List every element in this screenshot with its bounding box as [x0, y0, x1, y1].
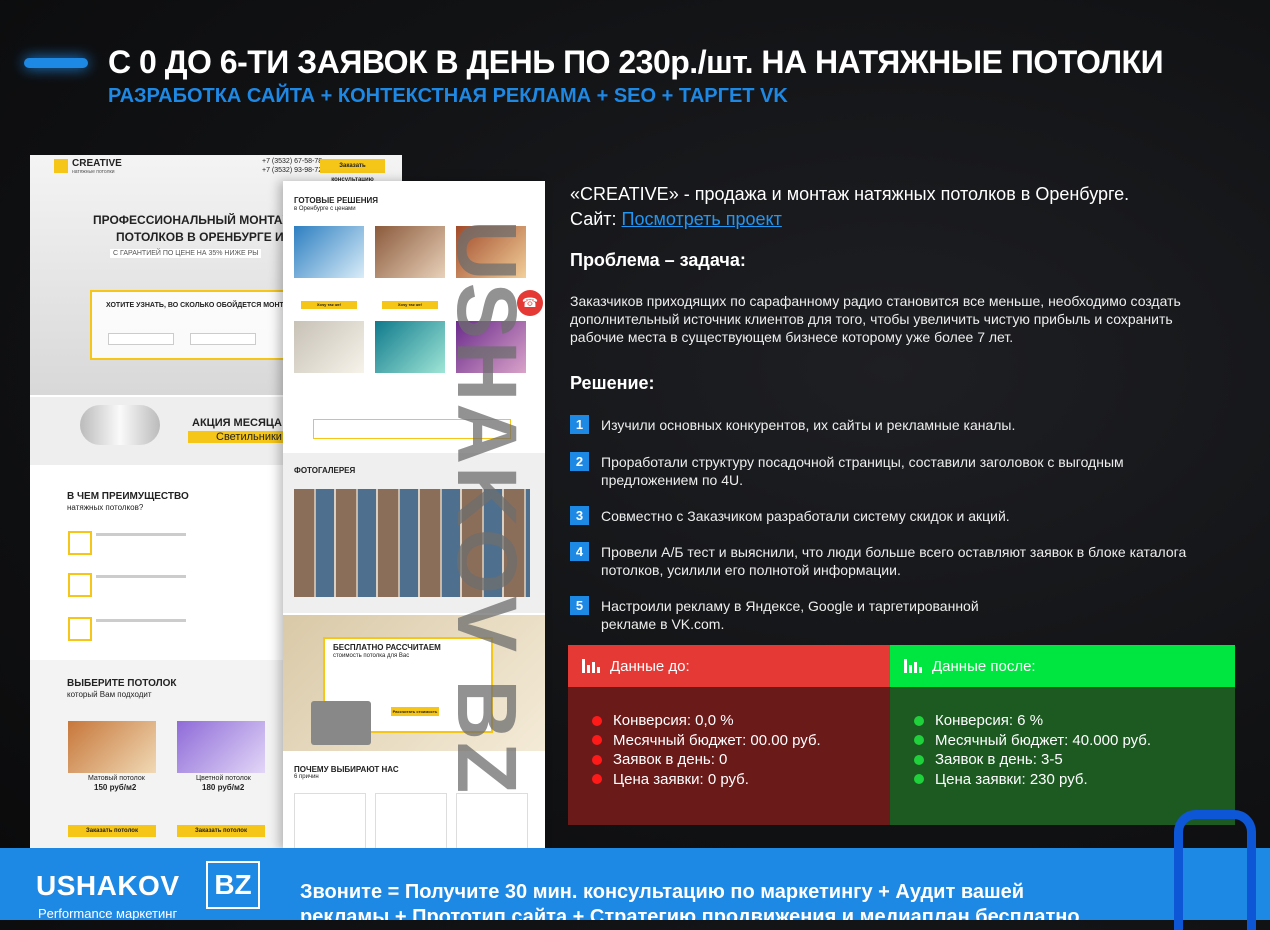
mock-card1-button: Заказать потолок	[68, 825, 156, 837]
decorative-arch-shape	[1174, 810, 1256, 930]
step-text: Изучили основных конкурентов, их сайты и…	[601, 417, 1016, 433]
mock-brand-sub: натяжные потолки	[72, 169, 115, 175]
mock-choose-sub: который Вам подходит	[67, 690, 152, 699]
problem-text: Заказчиков приходящих по сарафанному рад…	[570, 293, 1181, 345]
problem-title: Проблема – задача:	[570, 250, 746, 270]
mock-why-title: ПОЧЕМУ ВЫБИРАЮТ НАС	[294, 765, 399, 774]
after-item: Конверсия: 6 %	[914, 711, 1235, 731]
mock-card2-price: 180 руб/м2	[202, 783, 245, 792]
before-item: Месячный бюджет: 00.00 руб.	[592, 731, 890, 751]
solution-step: 2 Проработали структуру посадочной стран…	[570, 452, 1210, 489]
red-dot-icon	[592, 754, 602, 765]
mock-promo-title: АКЦИЯ МЕСЯЦА	[192, 417, 282, 429]
mock-free-sub: стоимость потолка для Вас	[333, 653, 410, 659]
mock-card2-button: Заказать потолок	[177, 825, 265, 837]
bar-chart-icon	[904, 659, 922, 673]
before-panel: Данные до: Конверсия: 0,0 % Месячный бюд…	[568, 645, 890, 825]
step-number: 3	[570, 506, 589, 525]
after-panel: Данные после: Конверсия: 6 % Месячный бю…	[890, 645, 1235, 825]
mock-guarantee: С ГАРАНТИЕЙ ПО ЦЕНЕ НА 35% НИЖЕ РЫ	[110, 249, 262, 258]
project-description: «CREATIVE» - продажа и монтаж натяжных п…	[570, 182, 1230, 232]
solution-step: 5 Настроили рекламу в Яндексе, Google и …	[570, 596, 1210, 633]
after-list: Конверсия: 6 % Месячный бюджет: 40.000 р…	[890, 687, 1235, 789]
mock-why-sub: 6 причин	[294, 774, 319, 780]
page-title: С 0 ДО 6-ТИ ЗАЯВОК В ДЕНЬ ПО 230р./шт. Н…	[108, 44, 1164, 80]
accent-bar	[24, 58, 88, 68]
before-item: Заявок в день: 0	[592, 750, 890, 770]
mock-free-title: БЕСПЛАТНО РАССЧИТАЕМ	[333, 643, 441, 652]
solution-step: 3 Совместно с Заказчиком разработали сис…	[570, 506, 1210, 525]
footer-cta-text: Звоните = Получите 30 мин. консультацию …	[300, 881, 1080, 920]
page-subtitle: РАЗРАБОТКА САЙТА + КОНТЕКСТНАЯ РЕКЛАМА +…	[108, 85, 788, 107]
mock-order-button: Заказать консультацию	[320, 159, 385, 183]
mock-phone-1: +7 (3532) 67-58-78	[262, 158, 323, 165]
after-label: Данные после:	[932, 657, 1036, 675]
mock-choose-title: ВЫБЕРИТЕ ПОТОЛОК	[67, 678, 177, 689]
mock-advantages-title: В ЧЕМ ПРЕИМУЩЕСТВО	[67, 491, 189, 502]
step-text: Провели А/Б тест и выяснили, что люди бо…	[601, 544, 1187, 578]
mock-free-button: Рассчитать стоимость	[391, 707, 439, 716]
step-number: 5	[570, 596, 589, 615]
red-dot-icon	[592, 715, 602, 726]
before-label: Данные до:	[610, 657, 690, 675]
solution-step: 1 Изучили основных конкурентов, их сайты…	[570, 415, 1210, 434]
site-link[interactable]: Посмотреть проект	[622, 209, 782, 229]
mock-card2-title: Цветной потолок	[196, 775, 251, 782]
before-list: Конверсия: 0,0 % Месячный бюджет: 00.00 …	[568, 687, 890, 789]
phone-icon: ☎	[517, 290, 543, 316]
mock-brand: CREATIVE	[72, 158, 122, 169]
red-dot-icon	[592, 735, 602, 746]
after-item: Месячный бюджет: 40.000 руб.	[914, 731, 1235, 751]
before-item: Цена заявки: 0 руб.	[592, 770, 890, 790]
mock-question: ХОТИТЕ УЗНАТЬ, ВО СКОЛЬКО ОБОЙДЕТСЯ МОНТ…	[106, 302, 289, 309]
mock-advantages-sub: натяжных потолков?	[67, 503, 144, 512]
footer-banner: USHAKOV BZ Performance маркетинг Звоните…	[0, 848, 1270, 920]
mock-phone-2: +7 (3532) 93-98-72	[262, 167, 323, 174]
red-dot-icon	[592, 774, 602, 785]
green-dot-icon	[914, 754, 924, 765]
logo-bz: BZ	[206, 861, 260, 909]
bar-chart-icon	[582, 659, 600, 673]
green-dot-icon	[914, 774, 924, 785]
logo-tagline: Performance маркетинг	[38, 906, 178, 920]
green-dot-icon	[914, 715, 924, 726]
step-number: 4	[570, 542, 589, 561]
step-text: Настроили рекламу в Яндексе, Google и та…	[601, 598, 979, 632]
site-label: Сайт:	[570, 209, 617, 229]
project-intro: «CREATIVE» - продажа и монтаж натяжных п…	[570, 184, 1130, 204]
step-text: Проработали структуру посадочной страниц…	[601, 454, 1124, 488]
step-text: Совместно с Заказчиком разработали систе…	[601, 508, 1010, 524]
step-number: 2	[570, 452, 589, 471]
mock-catalog-button-2: Хочу так же!	[382, 301, 438, 309]
mock-gallery-title: ФОТОГАЛЕРЕЯ	[294, 466, 356, 475]
mock-catalog-button-1: Хочу так же!	[301, 301, 357, 309]
mock-ready-sub: в Оренбурге с ценами	[294, 206, 356, 212]
mock-ready-title: ГОТОВЫЕ РЕШЕНИЯ	[294, 196, 379, 205]
mock-hero-line1: ПРОФЕССИОНАЛЬНЫЙ МОНТАЖ НА	[93, 213, 314, 227]
after-item: Цена заявки: 230 руб.	[914, 770, 1235, 790]
mock-card1-title: Матовый потолок	[88, 775, 145, 782]
step-number: 1	[570, 415, 589, 434]
green-dot-icon	[914, 735, 924, 746]
before-header: Данные до:	[568, 645, 890, 687]
mock-card1-price: 150 руб/м2	[94, 783, 137, 792]
after-header: Данные после:	[890, 645, 1235, 687]
solution-step: 4 Провели А/Б тест и выяснили, что люди …	[570, 542, 1210, 579]
mock-hero-line2: ПОТОЛКОВ В ОРЕНБУРГЕ И ОБ	[116, 230, 305, 244]
solution-title: Решение:	[570, 373, 655, 393]
after-item: Заявок в день: 3-5	[914, 750, 1235, 770]
logo-text: USHAKOV	[36, 870, 180, 901]
before-item: Конверсия: 0,0 %	[592, 711, 890, 731]
